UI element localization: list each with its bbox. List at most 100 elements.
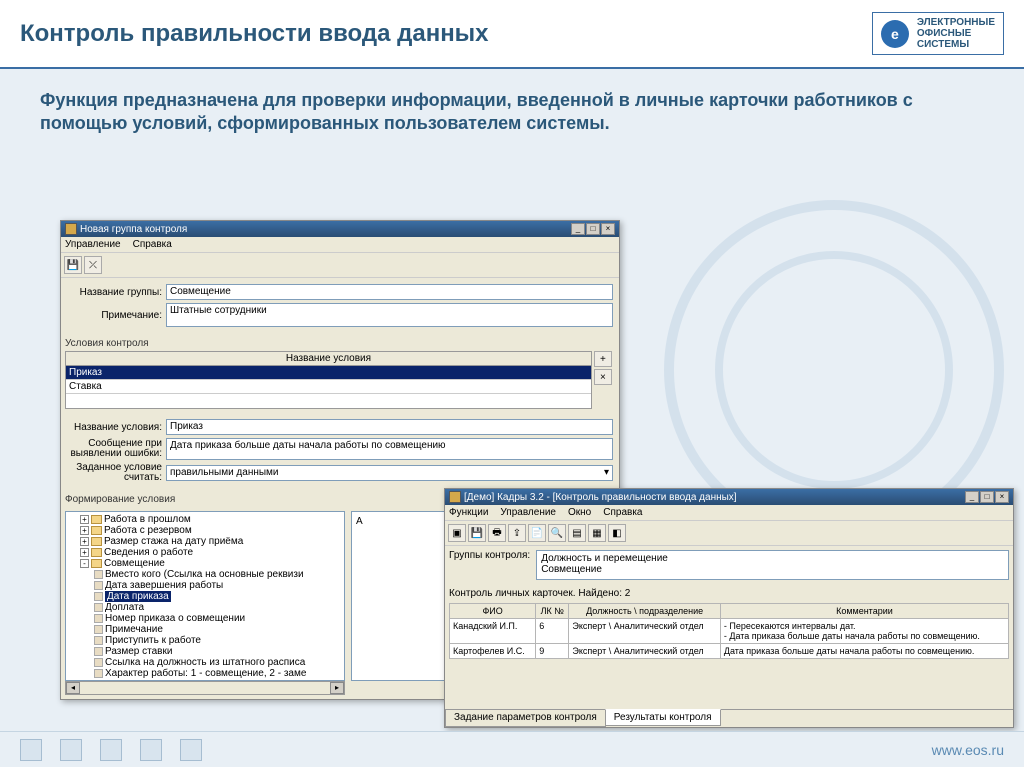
expand-icon[interactable]: +	[80, 548, 89, 557]
expand-icon[interactable]: +	[80, 537, 89, 546]
cond-name-label: Название условия:	[67, 422, 162, 433]
field-icon	[94, 614, 103, 623]
tool-icon[interactable]: ▤	[568, 524, 586, 542]
cell-fio: Канадский И.П.	[450, 619, 536, 644]
field-icon	[94, 581, 103, 590]
tree-field[interactable]: Примечание	[68, 624, 342, 635]
expand-icon[interactable]: +	[80, 526, 89, 535]
close-button[interactable]: ×	[995, 491, 1009, 503]
tool-icon[interactable]: ▦	[588, 524, 606, 542]
maximize-button[interactable]: □	[586, 223, 600, 235]
groups-box[interactable]: Должность и перемещение Совмещение	[536, 550, 1009, 580]
cell-fio: Картофелев И.С.	[450, 644, 536, 659]
minimize-button[interactable]: _	[571, 223, 585, 235]
titlebar[interactable]: [Демо] Кадры 3.2 - [Контроль правильност…	[445, 489, 1013, 505]
description-text: Функция предназначена для проверки инфор…	[0, 69, 1024, 146]
menu-functions[interactable]: Функции	[449, 507, 488, 518]
expand-icon[interactable]: -	[80, 559, 89, 568]
menu-help[interactable]: Справка	[603, 507, 642, 518]
tree-label: Доплата	[105, 602, 144, 613]
tree-field[interactable]: Приступить к работе	[68, 635, 342, 646]
print-icon[interactable]: 🖶	[488, 524, 506, 542]
titlebar[interactable]: Новая группа контроля _ □ ×	[61, 221, 619, 237]
tab-results[interactable]: Результаты контроля	[605, 709, 721, 726]
cond-name-input[interactable]: Приказ	[166, 419, 613, 435]
preview-icon[interactable]: 📄	[528, 524, 546, 542]
menu-manage[interactable]: Управление	[65, 239, 121, 250]
tab-params[interactable]: Задание параметров контроля	[445, 710, 606, 727]
maximize-button[interactable]: □	[980, 491, 994, 503]
count-as-value: правильными данными	[170, 467, 279, 479]
close-button[interactable]: ×	[601, 223, 615, 235]
tool-icon[interactable]: ◧	[608, 524, 626, 542]
tree-folder[interactable]: + Размер стажа на дату приёма	[68, 536, 342, 547]
tree-field[interactable]: Ссылка на должность из штатного расписа	[68, 657, 342, 668]
folder-icon	[91, 537, 102, 546]
scroll-left-icon[interactable]: ◂	[66, 682, 80, 694]
brand-logo: e ЭЛЕКТРОННЫЕ ОФИСНЫЕ СИСТЕМЫ	[872, 12, 1004, 55]
footer-icon	[60, 739, 82, 761]
tree-label: Размер стажа на дату приёма	[104, 536, 243, 547]
delete-condition-icon[interactable]: ×	[594, 369, 612, 385]
col-fio[interactable]: ФИО	[450, 604, 536, 619]
toolbar: 💾 ⤫	[61, 253, 619, 278]
count-as-select[interactable]: правильными данными ▾	[166, 465, 613, 481]
folder-icon	[91, 526, 102, 535]
col-comments[interactable]: Комментарии	[720, 604, 1008, 619]
scroll-right-icon[interactable]: ▸	[330, 682, 344, 694]
save-icon[interactable]: 💾	[64, 256, 82, 274]
tree-folder[interactable]: +Работа в прошлом	[68, 514, 342, 525]
tool-icon[interactable]: ▣	[448, 524, 466, 542]
search-icon[interactable]: 🔍	[548, 524, 566, 542]
group-name-input[interactable]: Совмещение	[166, 284, 613, 300]
tree-field[interactable]: Размер ставки	[68, 646, 342, 657]
expand-icon[interactable]: +	[80, 515, 89, 524]
menu-manage[interactable]: Управление	[500, 507, 556, 518]
export-icon[interactable]: ⇪	[508, 524, 526, 542]
menubar: Функции Управление Окно Справка	[445, 505, 1013, 521]
tree-folder[interactable]: - Совмещение	[68, 558, 342, 569]
note-label: Примечание:	[67, 310, 162, 321]
group-name-label: Название группы:	[67, 287, 162, 298]
fields-tree[interactable]: +Работа в прошлом+Работа с резервом+Разм…	[65, 511, 345, 681]
tree-field[interactable]: Характер работы: 1 - совмещение, 2 - зам…	[68, 668, 342, 679]
tree-field[interactable]: Дата завершения работы	[68, 580, 342, 591]
cond-row[interactable]: Приказ	[66, 366, 591, 380]
col-position[interactable]: Должность \ подразделение	[569, 604, 720, 619]
footer-icon	[100, 739, 122, 761]
footer-url: www.eos.ru	[932, 742, 1004, 758]
table-row[interactable]: Канадский И.П. 6 Эксперт \ Аналитический…	[450, 619, 1009, 644]
tree-field[interactable]: Номер приказа о совмещении	[68, 613, 342, 624]
save-icon[interactable]: 💾	[468, 524, 486, 542]
table-row[interactable]: Картофелев И.С. 9 Эксперт \ Аналитически…	[450, 644, 1009, 659]
tree-folder[interactable]: +Сведения о работе	[68, 547, 342, 558]
field-icon	[94, 647, 103, 656]
menu-help[interactable]: Справка	[133, 239, 172, 250]
field-icon	[94, 625, 103, 634]
col-lk[interactable]: ЛК №	[536, 604, 569, 619]
tree-field[interactable]: Доплата	[68, 602, 342, 613]
folder-icon	[91, 515, 102, 524]
tree-label: Номер приказа о совмещении	[105, 613, 245, 624]
header-bar: Контроль правильности ввода данных e ЭЛЕ…	[0, 0, 1024, 69]
tree-field[interactable]: Вместо кого (Ссылка на основные реквизи	[68, 569, 342, 580]
h-scrollbar[interactable]: ◂ ▸	[65, 681, 345, 695]
tree-folder[interactable]: +Работа с резервом	[68, 525, 342, 536]
conditions-section-label: Условия контроля	[61, 336, 619, 351]
folder-icon	[91, 559, 102, 568]
minimize-button[interactable]: _	[965, 491, 979, 503]
error-msg-input[interactable]: Дата приказа больше даты начала работы п…	[166, 438, 613, 460]
field-icon	[94, 592, 103, 601]
menubar: Управление Справка	[61, 237, 619, 253]
tree-field[interactable]: Дата приказа	[68, 591, 342, 602]
tree-label: Совмещение	[104, 558, 165, 569]
results-table: ФИО ЛК № Должность \ подразделение Комме…	[449, 603, 1009, 659]
add-condition-icon[interactable]: +	[594, 351, 612, 367]
error-msg-label: Сообщение при выявлении ошибки:	[67, 439, 162, 459]
close-icon[interactable]: ⤫	[84, 256, 102, 274]
cell-position: Эксперт \ Аналитический отдел	[569, 644, 720, 659]
note-input[interactable]: Штатные сотрудники	[166, 303, 613, 327]
cond-row[interactable]: Ставка	[66, 380, 591, 394]
menu-window[interactable]: Окно	[568, 507, 591, 518]
field-icon	[94, 603, 103, 612]
